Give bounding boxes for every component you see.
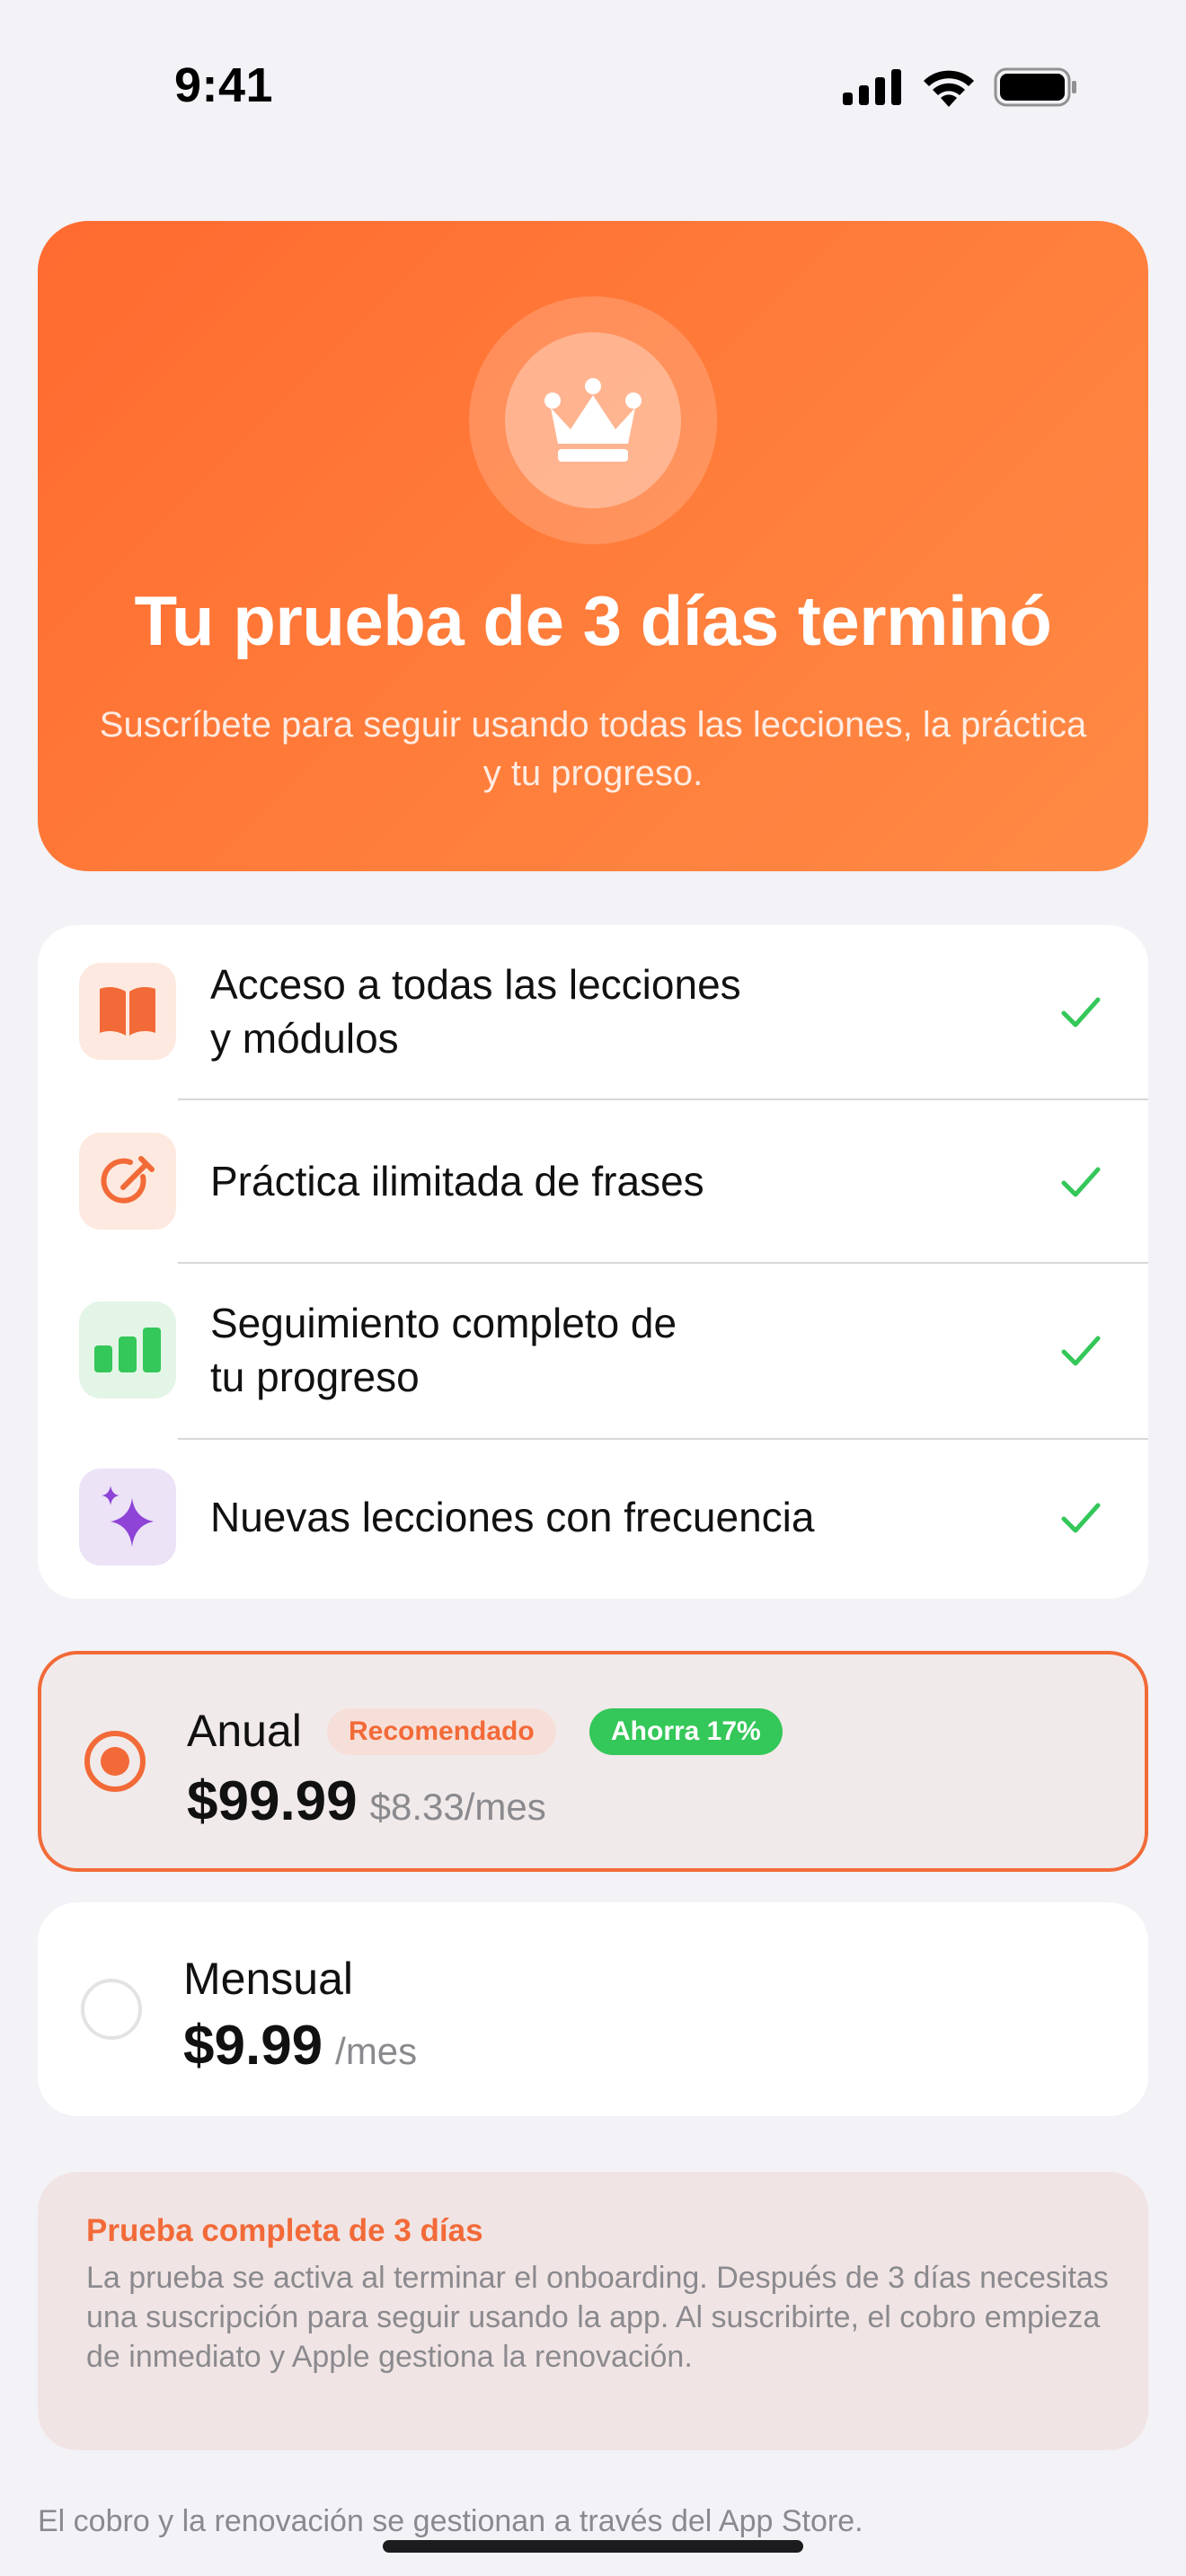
footer-note: El cobro y la renovación se gestionan a … <box>38 2504 863 2538</box>
checkmark-icon <box>1061 1167 1101 1197</box>
list-item: Nuevas lecciones con frecuencia <box>38 1440 1148 1599</box>
crown-badge <box>469 296 717 544</box>
wifi-icon <box>924 70 974 107</box>
radio-selected[interactable] <box>84 1731 146 1792</box>
feature-label-line2: tu progreso <box>210 1354 420 1400</box>
cellular-signal-icon <box>843 69 901 105</box>
list-item: Acceso a todas las lecciones y módulos <box>38 925 1148 1099</box>
plan-price-per-month: $8.33/mes <box>369 1786 546 1828</box>
edit-target-icon <box>79 1133 176 1230</box>
feature-label: Seguimiento completo de <box>210 1300 677 1346</box>
checkmark-icon <box>1061 1336 1101 1366</box>
home-indicator[interactable] <box>383 2540 803 2553</box>
feature-label: Nuevas lecciones con frecuencia <box>210 1494 815 1540</box>
plan-option-monthly[interactable]: Mensual $9.99/mes <box>38 1902 1148 2116</box>
savings-badge: Ahorra 17% <box>589 1708 783 1755</box>
feature-label-line2: y módulos <box>210 1015 399 1062</box>
feature-label: Práctica ilimitada de frases <box>210 1158 704 1204</box>
plan-name: Anual <box>187 1706 302 1756</box>
list-item: Seguimiento completo de tu progreso <box>38 1264 1148 1438</box>
plan-option-annual[interactable]: Anual Recomendado Ahorra 17% $99.99 $8.33… <box>38 1651 1148 1872</box>
plan-price: $9.99 <box>183 2015 323 2077</box>
info-title: Prueba completa de 3 días <box>86 2213 483 2248</box>
plan-name: Mensual <box>183 1954 353 2004</box>
checkmark-icon <box>1061 1503 1101 1533</box>
bar-chart-icon <box>79 1301 176 1398</box>
hero-title: Tu prueba de 3 días terminó <box>134 581 1052 660</box>
status-bar: 9:41 <box>0 0 1186 171</box>
status-time: 9:41 <box>174 58 274 112</box>
plan-price-period: /mes <box>335 2030 418 2072</box>
checkmark-icon <box>1061 997 1101 1028</box>
recommended-badge: Recomendado <box>327 1708 556 1755</box>
feature-label: Acceso a todas las lecciones <box>210 961 741 1008</box>
info-body: La prueba se activa al terminar el onboa… <box>86 2261 1109 2374</box>
hero-subtitle: Suscríbete para seguir usando todas las … <box>99 705 1087 793</box>
battery-icon <box>994 67 1076 107</box>
status-icons <box>843 65 1078 110</box>
radio-unselected[interactable] <box>81 1979 142 2040</box>
trial-info-box: Prueba completa de 3 días La prueba se a… <box>38 2172 1148 2450</box>
book-icon <box>79 963 176 1060</box>
sparkles-icon <box>79 1469 176 1566</box>
trial-ended-hero-card: Tu prueba de 3 días terminó Suscríbete p… <box>38 221 1148 871</box>
list-item: Práctica ilimitada de frases <box>38 1100 1148 1262</box>
crown-icon <box>544 378 642 462</box>
features-list: Acceso a todas las lecciones y módulos P… <box>38 925 1148 1599</box>
plan-price: $99.99 <box>187 1770 358 1832</box>
